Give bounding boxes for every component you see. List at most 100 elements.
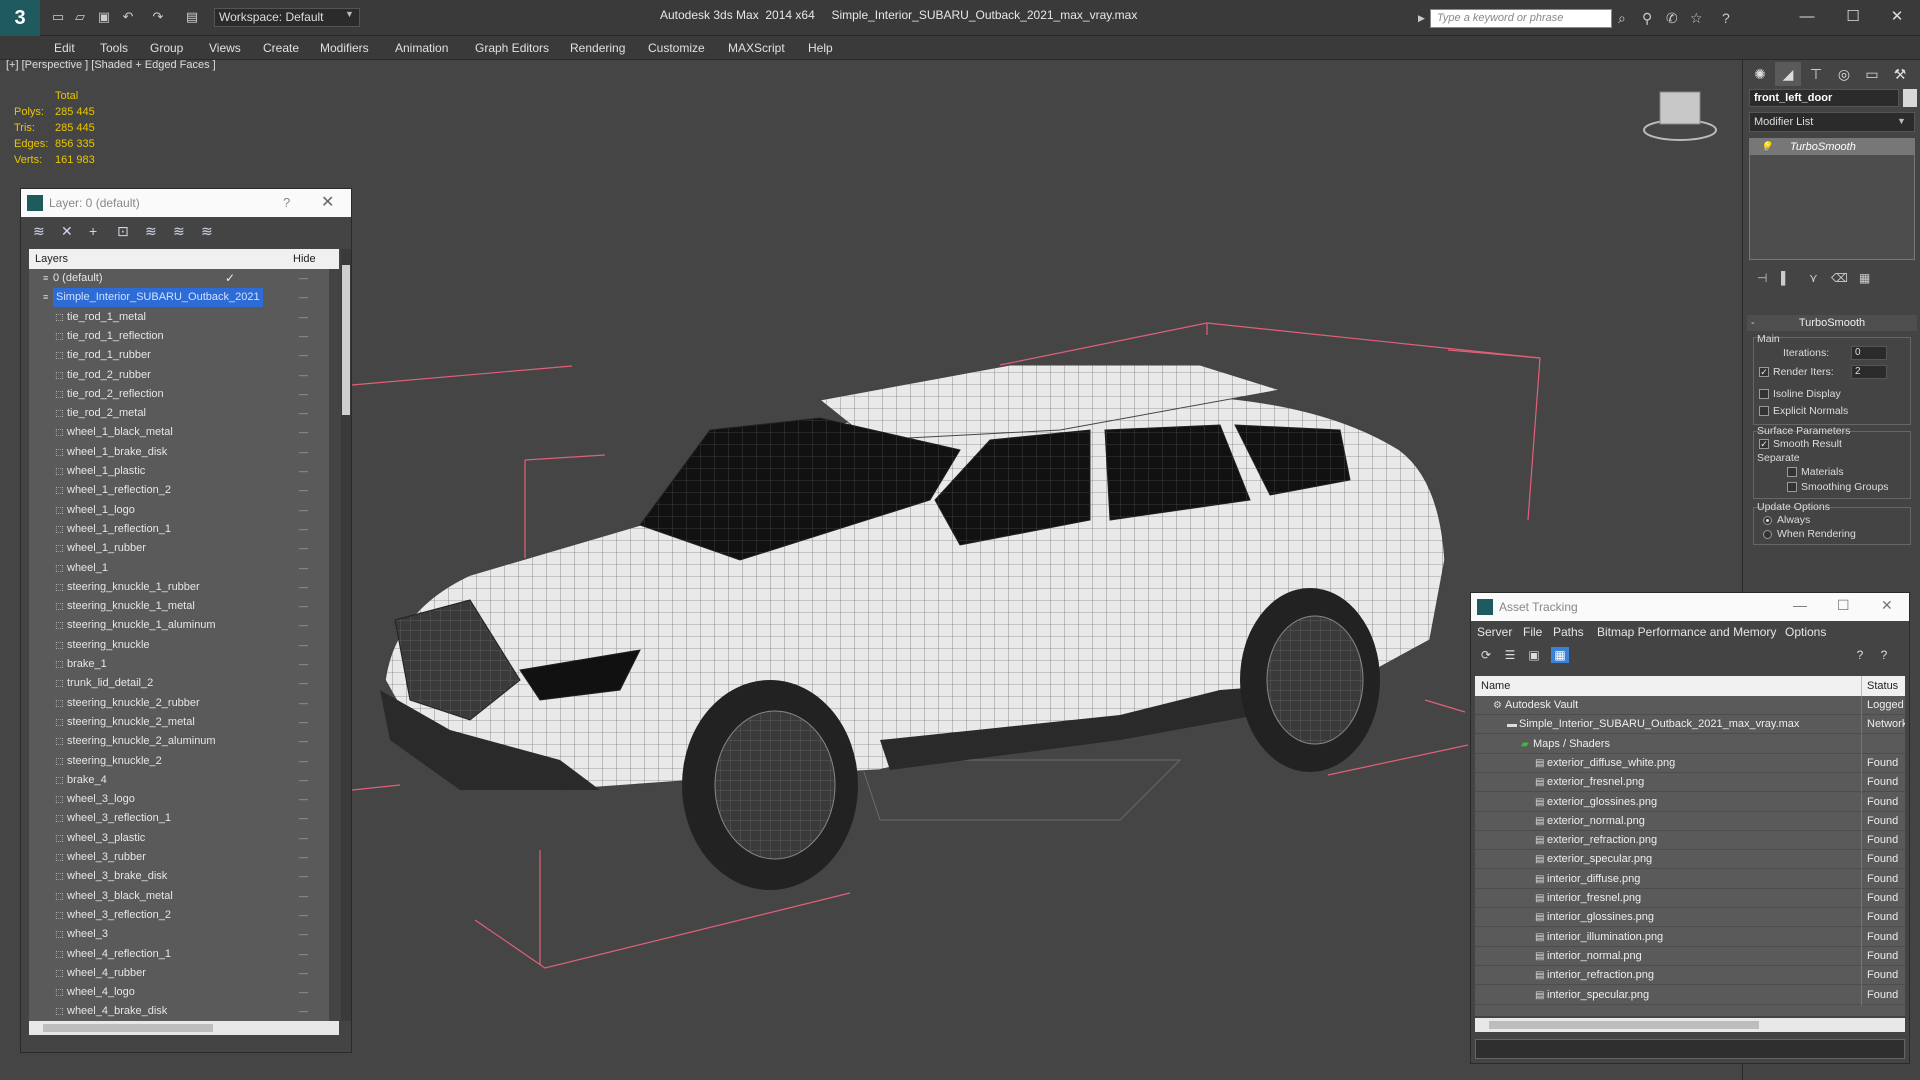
object-name-field[interactable]: front_left_door — [1749, 89, 1899, 107]
hide-toggle[interactable]: — — [299, 674, 308, 693]
hide-toggle[interactable]: — — [299, 597, 308, 616]
menu-modifiers[interactable]: Modifiers — [320, 41, 369, 55]
workspace-select[interactable]: Workspace: Default — [214, 8, 360, 27]
layer-row[interactable]: ⬚ tie_rod_1_metal — — [29, 308, 329, 327]
utilities-tab-icon[interactable]: ⚒ — [1887, 62, 1913, 86]
explicit-normals-checkbox[interactable] — [1759, 406, 1769, 416]
minimize-icon[interactable]: — — [1793, 597, 1807, 613]
communication-icon[interactable]: ✆ — [1666, 10, 1678, 27]
hide-toggle[interactable]: — — [299, 809, 308, 828]
close-icon[interactable]: ✕ — [321, 192, 334, 212]
undo-icon[interactable]: ↶ — [120, 10, 136, 24]
menu-group[interactable]: Group — [150, 41, 183, 55]
menu-graph-editors[interactable]: Graph Editors — [475, 41, 549, 55]
layer-row[interactable]: ⬚ wheel_1 — — [29, 559, 329, 578]
layer-row[interactable]: ⬚ wheel_4_logo — — [29, 983, 329, 1002]
display-tab-icon[interactable]: ▭ — [1859, 62, 1885, 86]
layer-row[interactable]: ⬚ wheel_1_reflection_1 — — [29, 520, 329, 539]
freeze-all-icon[interactable]: ≋ — [201, 223, 213, 240]
layer-row[interactable]: ⬚ brake_4 — — [29, 771, 329, 790]
layer-row[interactable]: ⬚ wheel_3_black_metal — — [29, 887, 329, 906]
hide-toggle[interactable]: — — [299, 694, 308, 713]
app-logo[interactable]: 3 — [0, 0, 40, 36]
binoculars-icon[interactable]: ⌕ — [1618, 10, 1626, 27]
layer-row[interactable]: ⬚ steering_knuckle_1_aluminum — — [29, 616, 329, 635]
help-icon[interactable]: ? — [1722, 10, 1730, 26]
hide-toggle[interactable]: — — [299, 964, 308, 983]
select-objects-icon[interactable]: ⊡ — [117, 223, 129, 240]
layer-row[interactable]: ⬚ wheel_1_plastic — — [29, 462, 329, 481]
asset-row[interactable]: ▤ interior_specular.png Found — [1475, 985, 1905, 1005]
asset-row[interactable]: ▤ exterior_fresnel.png Found — [1475, 773, 1905, 793]
layer-row[interactable]: ⬚ steering_knuckle_2_aluminum — — [29, 732, 329, 751]
subscription-icon[interactable]: ⚲ — [1642, 10, 1652, 27]
layer-row[interactable]: ⬚ tie_rod_1_rubber — — [29, 346, 329, 365]
layer-horizontal-scrollbar[interactable] — [29, 1021, 339, 1035]
layer-row[interactable]: ⬚ wheel_1_reflection_2 — — [29, 481, 329, 500]
hide-toggle[interactable]: — — [299, 1002, 308, 1021]
layer-vertical-scrollbar[interactable] — [341, 249, 351, 1021]
highlight-layer-icon[interactable]: ≋ — [145, 223, 157, 240]
hide-toggle[interactable]: — — [299, 423, 308, 442]
hide-toggle[interactable]: — — [299, 385, 308, 404]
smooth-result-checkbox[interactable]: ✓ — [1759, 439, 1769, 449]
scroll-thumb[interactable] — [1489, 1021, 1759, 1029]
iterations-spinner[interactable]: 0 — [1851, 346, 1887, 360]
menu-edit[interactable]: Edit — [54, 41, 75, 55]
refresh-icon[interactable]: ⟳ — [1477, 647, 1495, 663]
layer-row[interactable]: ⬚ trunk_lid_detail_2 — — [29, 674, 329, 693]
hide-toggle[interactable]: — — [299, 829, 308, 848]
hierarchy-tab-icon[interactable]: ⊤ — [1803, 62, 1829, 86]
menu-maxscript[interactable]: MAXScript — [728, 41, 785, 55]
asset-row[interactable]: ▤ interior_diffuse.png Found — [1475, 869, 1905, 889]
hide-column-header[interactable]: Hide — [293, 253, 316, 265]
rear-wheel[interactable] — [1240, 588, 1380, 772]
hide-toggle[interactable]: — — [299, 327, 308, 346]
hide-toggle[interactable]: — — [299, 462, 308, 481]
hide-toggle[interactable]: — — [299, 732, 308, 751]
favorites-star-icon[interactable]: ☆ — [1690, 10, 1703, 27]
menu-customize[interactable]: Customize — [648, 41, 705, 55]
maximize-icon[interactable]: ☐ — [1837, 597, 1850, 614]
hide-toggle[interactable]: — — [299, 887, 308, 906]
rollout-header[interactable]: - TurboSmooth — [1747, 315, 1917, 331]
asset-row[interactable]: ▬ Simple_Interior_SUBARU_Outback_2021_max… — [1475, 715, 1905, 735]
layer-row[interactable]: ⬚ wheel_4_reflection_1 — — [29, 945, 329, 964]
layer-row[interactable]: ⬚ wheel_3_logo — — [29, 790, 329, 809]
pin-stack-icon[interactable]: ⊣ — [1757, 271, 1767, 285]
layer-row[interactable]: ⬚ steering_knuckle — — [29, 636, 329, 655]
when-rendering-radio[interactable] — [1763, 530, 1772, 539]
modifier-list-dropdown[interactable]: Modifier List — [1749, 112, 1915, 132]
front-wheel[interactable] — [682, 680, 858, 890]
hide-toggle[interactable]: — — [299, 578, 308, 597]
close-icon[interactable]: ✕ — [1881, 597, 1893, 614]
hide-toggle[interactable]: — — [299, 636, 308, 655]
menu-tools[interactable]: Tools — [100, 41, 128, 55]
hide-toggle[interactable]: — — [299, 848, 308, 867]
layer-row[interactable]: ⬚ steering_knuckle_1_rubber — — [29, 578, 329, 597]
hide-toggle[interactable]: — — [299, 945, 308, 964]
at-menu-paths[interactable]: Paths — [1553, 625, 1584, 639]
hide-toggle[interactable]: — — [299, 404, 308, 423]
configure-sets-icon[interactable]: ▦ — [1859, 271, 1870, 285]
layer-row[interactable]: ⬚ wheel_1_logo — — [29, 501, 329, 520]
isoline-display-checkbox[interactable] — [1759, 389, 1769, 399]
hide-toggle[interactable]: — — [299, 771, 308, 790]
object-color-swatch[interactable] — [1903, 89, 1917, 107]
asset-row[interactable]: ▤ exterior_specular.png Found — [1475, 850, 1905, 870]
make-unique-icon[interactable]: ⋎ — [1809, 271, 1818, 285]
hide-toggle[interactable]: — — [299, 616, 308, 635]
layer-row[interactable]: ⬚ steering_knuckle_2_rubber — — [29, 694, 329, 713]
chevron-down-icon[interactable]: ▼ — [1897, 116, 1906, 126]
delete-layer-icon[interactable]: ✕ — [61, 223, 73, 240]
table-view-icon[interactable]: ▦ — [1551, 647, 1569, 663]
viewport-label[interactable]: [+] [Perspective ] [Shaded + Edged Faces… — [6, 59, 216, 71]
asset-row[interactable]: ▤ interior_refraction.png Found — [1475, 966, 1905, 986]
hide-toggle[interactable]: — — [299, 790, 308, 809]
layer-row[interactable]: ⬚ steering_knuckle_1_metal — — [29, 597, 329, 616]
hide-toggle[interactable]: — — [299, 983, 308, 1002]
add-to-layer-icon[interactable]: + — [89, 223, 97, 239]
new-file-icon[interactable]: ▭ — [50, 10, 66, 24]
smoothing-groups-checkbox[interactable] — [1787, 482, 1797, 492]
hide-toggle[interactable]: — — [299, 655, 308, 674]
